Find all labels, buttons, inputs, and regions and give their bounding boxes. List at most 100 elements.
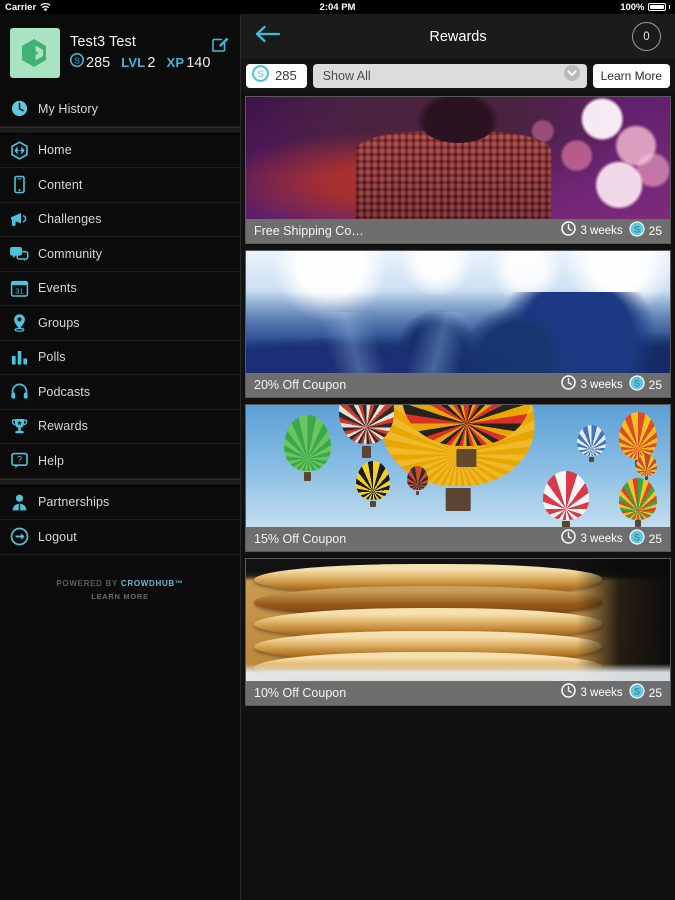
cart-count-badge[interactable]: 0 xyxy=(632,22,661,51)
sidebar-item-label: Home xyxy=(38,143,72,158)
back-arrow-icon[interactable] xyxy=(255,25,281,48)
coins-value: 285 xyxy=(86,54,111,71)
coin-icon: S xyxy=(252,64,269,87)
sidebar-item-label: Community xyxy=(38,246,103,261)
sidebar-menu: My History Home Content Challenges Commu… xyxy=(0,92,240,555)
level-value: 2 xyxy=(147,54,156,71)
learn-more-button[interactable]: Learn More xyxy=(592,63,670,88)
profile-info: Test3 Test S 285 LVL 2 XP 140 xyxy=(70,34,210,72)
reward-card[interactable]: Free Shipping Co… 3 weeks S 25 xyxy=(245,96,671,244)
footer-learn-more-link[interactable]: LEARN MORE xyxy=(0,592,240,601)
filter-dropdown[interactable]: Show All xyxy=(312,63,587,88)
reward-duration: 3 weeks xyxy=(561,221,623,241)
chat-bubbles-icon xyxy=(9,244,29,264)
edit-pencil-icon[interactable] xyxy=(211,34,230,58)
sidebar-item-label: Groups xyxy=(38,315,80,330)
main-panel: Rewards 0 S 285 Show All Learn More Free… xyxy=(241,14,675,900)
headphones-icon xyxy=(9,382,29,402)
hexagon-logo-icon xyxy=(22,39,46,67)
sidebar-footer: POWERED BY CROWDHUB™ LEARN MORE xyxy=(0,579,240,601)
reward-card[interactable]: 15% Off Coupon 3 weeks S 25 xyxy=(245,404,671,552)
person-icon xyxy=(9,492,29,512)
sidebar-item-label: Rewards xyxy=(38,419,89,434)
balance-value: 285 xyxy=(275,68,297,83)
battery-full-icon xyxy=(647,3,666,11)
sidebar-separator-1 xyxy=(0,126,240,134)
reward-caption: Free Shipping Co… 3 weeks S 25 xyxy=(246,219,670,243)
svg-text:S: S xyxy=(634,224,640,234)
reward-title: 15% Off Coupon xyxy=(254,532,347,546)
sidebar-item-content[interactable]: Content xyxy=(0,168,240,203)
phone-icon xyxy=(9,175,29,195)
sidebar-item-challenges[interactable]: Challenges xyxy=(0,203,240,237)
sidebar-item-community[interactable]: Community xyxy=(0,237,240,272)
sidebar-item-label: Polls xyxy=(38,350,66,365)
reward-caption: 10% Off Coupon 3 weeks S 25 xyxy=(246,681,670,705)
sidebar-item-label: Partnerships xyxy=(38,495,110,510)
avatar[interactable] xyxy=(10,28,60,78)
reward-cost: S 25 xyxy=(629,374,662,396)
rewards-list: Free Shipping Co… 3 weeks S 25 20% Off C… xyxy=(241,92,675,900)
nav-bar: Rewards 0 xyxy=(241,14,675,59)
sidebar-item-partnerships[interactable]: Partnerships xyxy=(0,486,240,520)
svg-text:S: S xyxy=(634,686,640,696)
chevron-down-icon[interactable] xyxy=(563,64,581,87)
reward-cost-value: 25 xyxy=(648,224,662,238)
sidebar-item-label: Challenges xyxy=(38,212,102,227)
stat-xp: XP 140 xyxy=(166,55,210,71)
body-split: Test3 Test S 285 LVL 2 XP 140 My History… xyxy=(0,14,675,900)
stat-level: LVL 2 xyxy=(121,55,155,71)
reward-title: Free Shipping Co… xyxy=(254,224,364,238)
reward-title: 20% Off Coupon xyxy=(254,378,347,392)
sidebar-item-polls[interactable]: Polls xyxy=(0,341,240,375)
sidebar-item-podcasts[interactable]: Podcasts xyxy=(0,375,240,410)
reward-cost-value: 25 xyxy=(648,686,662,700)
question-bubble-icon: ? xyxy=(9,451,29,471)
pancake-plate xyxy=(246,559,670,681)
map-pin-icon xyxy=(9,313,29,333)
reward-duration-label: 3 weeks xyxy=(580,379,623,391)
clock-icon xyxy=(9,99,29,119)
clock-icon xyxy=(561,683,577,703)
hexagon-home-icon xyxy=(9,140,29,160)
logout-arrow-icon xyxy=(9,527,29,547)
powered-by-text: POWERED BY CROWDHUB™ xyxy=(0,579,240,588)
reward-cost: S 25 xyxy=(629,220,662,242)
sidebar-item-logout[interactable]: Logout xyxy=(0,520,240,555)
reward-image-concert-singer xyxy=(246,97,670,219)
sidebar-item-home[interactable]: Home xyxy=(0,134,240,168)
sidebar-item-groups[interactable]: Groups xyxy=(0,306,240,341)
clock-icon xyxy=(561,375,577,395)
page-title: Rewards xyxy=(429,28,487,45)
calendar-31-icon: 31 xyxy=(9,278,29,298)
sidebar-item-label: Events xyxy=(38,281,77,296)
reward-card[interactable]: 20% Off Coupon 3 weeks S 25 xyxy=(245,250,671,398)
sidebar-item-label: My History xyxy=(38,101,99,116)
reward-duration: 3 weeks xyxy=(561,529,623,549)
svg-text:31: 31 xyxy=(15,286,23,295)
reward-cost-value: 25 xyxy=(648,532,662,546)
sidebar-item-label: Logout xyxy=(38,529,77,544)
sidebar-separator-2 xyxy=(0,478,240,486)
reward-caption: 20% Off Coupon 3 weeks S 25 xyxy=(246,373,670,397)
reward-duration-label: 3 weeks xyxy=(580,687,623,699)
reward-image-pancake-stack xyxy=(246,559,670,681)
sidebar-item-events[interactable]: 31 Events xyxy=(0,272,240,306)
sidebar-item-my-history[interactable]: My History xyxy=(0,92,240,127)
reward-duration: 3 weeks xyxy=(561,375,623,395)
reward-title: 10% Off Coupon xyxy=(254,686,347,700)
svg-text:S: S xyxy=(74,55,80,65)
megaphone-icon xyxy=(9,209,29,229)
coin-icon: S xyxy=(629,682,645,704)
balance-pill[interactable]: S 285 xyxy=(246,63,307,88)
sidebar-item-help[interactable]: ? Help xyxy=(0,444,240,479)
profile-stats: S 285 LVL 2 XP 140 xyxy=(70,53,210,72)
reward-duration-label: 3 weeks xyxy=(580,533,623,545)
profile-header[interactable]: Test3 Test S 285 LVL 2 XP 140 xyxy=(0,14,240,92)
sidebar-item-rewards[interactable]: Rewards xyxy=(0,410,240,444)
sidebar-item-label: Content xyxy=(38,177,83,192)
trophy-icon xyxy=(9,416,29,436)
bar-chart-icon xyxy=(9,347,29,367)
coin-icon: S xyxy=(629,220,645,242)
reward-card[interactable]: 10% Off Coupon 3 weeks S 25 xyxy=(245,558,671,706)
